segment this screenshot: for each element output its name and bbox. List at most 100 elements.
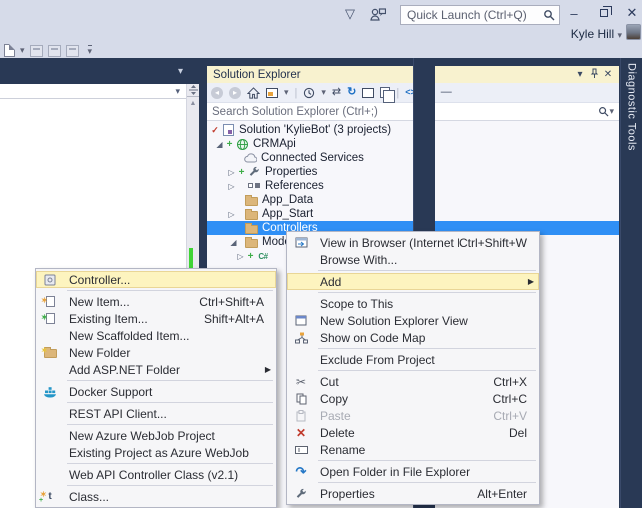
collapse-all-icon[interactable]: [362, 87, 375, 98]
delete-icon: ✕: [295, 425, 307, 440]
rename-icon: [287, 445, 315, 455]
collapsed-arrow-icon[interactable]: ▷: [226, 168, 237, 177]
restore-button[interactable]: [594, 2, 614, 24]
menu-item-new-folder[interactable]: ✶ New Folder: [36, 344, 276, 361]
submenu-arrow-icon: ▶: [264, 365, 271, 374]
preview-selected-icon[interactable]: —: [441, 87, 452, 98]
folder-icon: [243, 208, 259, 220]
search-icon: [544, 10, 555, 21]
search-dropdown-icon[interactable]: ▾: [609, 107, 614, 116]
open-folder-icon: ↷: [295, 464, 307, 479]
csharp-file-icon: C#: [258, 251, 268, 261]
window-position-icon[interactable]: ▾: [573, 69, 587, 80]
collapsed-arrow-icon[interactable]: ▷: [226, 182, 237, 191]
cut-icon: ✂: [295, 374, 307, 389]
menu-item-exclude-from-project[interactable]: Exclude From Project: [287, 351, 539, 368]
sync-icon[interactable]: ⇄: [332, 87, 341, 98]
folder-icon: [243, 194, 259, 206]
menu-item-add[interactable]: Add ▶: [287, 273, 539, 290]
menu-item-rest-api-client[interactable]: REST API Client...: [36, 405, 276, 422]
submenu-arrow-icon: ▶: [527, 277, 534, 286]
added-status-icon: +: [238, 166, 245, 178]
menu-item-existing-item[interactable]: ✶ Existing Item... Shift+Alt+A: [36, 310, 276, 327]
back-icon[interactable]: ◂: [211, 86, 223, 99]
collapsed-arrow-icon[interactable]: ▷: [226, 210, 237, 219]
menu-item-new-azure-webjob-project[interactable]: New Azure WebJob Project: [36, 427, 276, 444]
menu-item-properties[interactable]: Properties Alt+Enter: [287, 485, 539, 502]
avatar[interactable]: [626, 24, 641, 40]
code-map-icon: [287, 332, 315, 344]
toolbar-overflow-icon[interactable]: ▾: [87, 45, 93, 56]
added-status-icon: +: [226, 138, 233, 150]
splitter-handle-icon[interactable]: [187, 84, 199, 97]
open-file-icon[interactable]: [29, 44, 43, 57]
copy-icon: [287, 393, 315, 405]
menu-item-rename[interactable]: Rename: [287, 441, 539, 458]
filter-dropdown-icon[interactable]: ▾: [321, 88, 326, 97]
menu-item-class[interactable]: t ✶ + Class...: [36, 488, 276, 505]
scroll-up-icon[interactable]: ▲: [187, 97, 199, 109]
menu-item-copy[interactable]: Copy Ctrl+C: [287, 390, 539, 407]
editor-navigation-bar[interactable]: ▾: [0, 84, 186, 99]
notifications-icon[interactable]: ▽: [345, 6, 355, 22]
refresh-icon[interactable]: ↻: [347, 87, 356, 98]
expanded-arrow-icon[interactable]: ◢: [214, 140, 225, 149]
menu-separator: [67, 380, 273, 381]
menu-separator: [67, 402, 273, 403]
context-menu: View in Browser (Internet Explorer) Ctrl…: [286, 231, 540, 505]
collapsed-arrow-icon[interactable]: ▷: [235, 252, 246, 261]
menu-item-new-solution-explorer-view[interactable]: New Solution Explorer View: [287, 312, 539, 329]
menu-item-web-api-controller-class[interactable]: Web API Controller Class (v2.1): [36, 466, 276, 483]
feedback-icon[interactable]: [370, 7, 386, 21]
quick-launch-input[interactable]: Quick Launch (Ctrl+Q): [400, 5, 560, 25]
menu-item-new-scaffolded-item[interactable]: New Scaffolded Item...: [36, 327, 276, 344]
solution-icon: [220, 124, 236, 136]
menu-item-paste: Paste Ctrl+V: [287, 407, 539, 424]
titlebar: ▽ Quick Launch (Ctrl+Q) – ✕ Kyle Hill ▾ …: [0, 0, 642, 58]
new-solution-explorer-view-icon: [287, 315, 315, 326]
switch-views-dropdown-icon[interactable]: ▾: [284, 88, 289, 97]
document-well-dropdown-icon[interactable]: ▾: [178, 66, 183, 77]
menu-separator: [67, 290, 273, 291]
home-icon[interactable]: [247, 86, 260, 99]
search-icon: [599, 107, 609, 117]
panel-title: Solution Explorer: [213, 68, 301, 81]
menu-item-delete[interactable]: ✕ Delete Del: [287, 424, 539, 441]
menu-item-view-in-browser[interactable]: View in Browser (Internet Explorer) Ctrl…: [287, 234, 539, 251]
added-status-icon: +: [247, 250, 254, 262]
new-file-dropdown-icon[interactable]: ▾: [20, 46, 25, 55]
paste-icon: [287, 409, 315, 422]
menu-item-open-folder-in-file-explorer[interactable]: ↷ Open Folder in File Explorer: [287, 463, 539, 480]
save-all-icon[interactable]: [65, 44, 79, 57]
minimize-button[interactable]: –: [564, 2, 584, 24]
user-menu[interactable]: Kyle Hill ▾: [544, 27, 622, 41]
pin-icon[interactable]: [587, 68, 601, 82]
menu-item-docker-support[interactable]: Docker Support: [36, 383, 276, 400]
wrench-icon: [287, 488, 315, 500]
close-panel-icon[interactable]: ✕: [601, 69, 615, 80]
save-icon[interactable]: [47, 44, 61, 57]
menu-item-add-aspnet-folder[interactable]: Add ASP.NET Folder ▶: [36, 361, 276, 378]
forward-icon[interactable]: ▸: [229, 86, 241, 99]
expanded-arrow-icon[interactable]: ◢: [228, 238, 239, 247]
menu-item-existing-project-as-azure-webjob[interactable]: Existing Project as Azure WebJob: [36, 444, 276, 461]
menu-item-browse-with[interactable]: Browse With...: [287, 251, 539, 268]
navbar-dropdown-icon[interactable]: ▾: [175, 86, 180, 97]
close-button[interactable]: ✕: [622, 2, 642, 24]
menu-item-cut[interactable]: ✂ Cut Ctrl+X: [287, 373, 539, 390]
properties-wrench-icon: [246, 166, 262, 178]
folder-icon: [243, 222, 259, 234]
restore-icon: [600, 6, 612, 17]
new-file-icon[interactable]: [4, 44, 15, 57]
menu-item-scope-to-this[interactable]: Scope to This: [287, 295, 539, 312]
tab-diagnostic-tools[interactable]: Diagnostic Tools: [620, 58, 642, 508]
pending-changes-filter-icon[interactable]: [303, 87, 315, 99]
switch-views-icon[interactable]: [266, 87, 278, 98]
show-all-files-icon[interactable]: [380, 87, 396, 103]
new-item-icon: ✶: [36, 296, 64, 307]
menu-item-controller[interactable]: Controller...: [36, 271, 276, 288]
quick-launch-placeholder: Quick Launch (Ctrl+Q): [407, 8, 527, 22]
menu-item-show-on-code-map[interactable]: Show on Code Map: [287, 329, 539, 346]
menu-item-new-item[interactable]: ✶ New Item... Ctrl+Shift+A: [36, 293, 276, 310]
class-icon: t ✶ +: [39, 490, 52, 505]
